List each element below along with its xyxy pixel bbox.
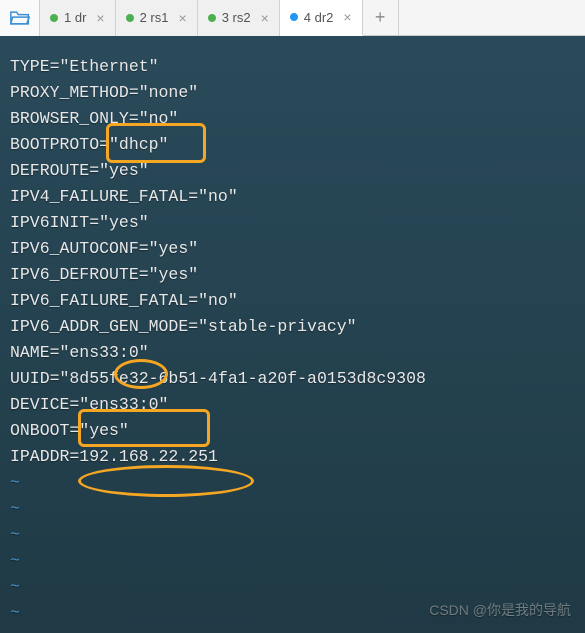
config-line: IPV6_DEFROUTE="yes"	[10, 262, 575, 288]
open-folder-icon[interactable]	[0, 0, 40, 36]
close-icon[interactable]: ×	[261, 10, 269, 26]
config-line: ONBOOT="yes"	[10, 418, 575, 444]
tab-2[interactable]: 2 rs1 ×	[116, 0, 198, 36]
close-icon[interactable]: ×	[179, 10, 187, 26]
vim-tilde: ~	[10, 548, 575, 574]
config-line: BROWSER_ONLY="no"	[10, 106, 575, 132]
config-line: IPV6INIT="yes"	[10, 210, 575, 236]
config-line: IPADDR=192.168.22.251	[10, 444, 575, 470]
add-tab-button[interactable]: +	[363, 0, 399, 36]
tab-label: 2 rs1	[140, 10, 169, 25]
tab-bar: 1 dr × 2 rs1 × 3 rs2 × 4 dr2 × +	[0, 0, 585, 36]
tab-4-active[interactable]: 4 dr2 ×	[280, 0, 363, 36]
vim-tilde: ~	[10, 522, 575, 548]
editor-viewport[interactable]: TYPE="Ethernet" PROXY_METHOD="none" BROW…	[0, 36, 585, 633]
folder-icon	[10, 10, 30, 26]
close-icon[interactable]: ×	[96, 10, 104, 26]
tab-label: 3 rs2	[222, 10, 251, 25]
config-line: PROXY_METHOD="none"	[10, 80, 575, 106]
status-dot-icon	[208, 14, 216, 22]
tab-1[interactable]: 1 dr ×	[40, 0, 116, 36]
vim-tilde: ~	[10, 496, 575, 522]
config-line: BOOTPROTO="dhcp"	[10, 132, 575, 158]
config-line: DEVICE="ens33:0"	[10, 392, 575, 418]
vim-tilde: ~	[10, 470, 575, 496]
config-line: NAME="ens33:0"	[10, 340, 575, 366]
tab-label: 4 dr2	[304, 10, 334, 25]
tab-3[interactable]: 3 rs2 ×	[198, 0, 280, 36]
status-dot-icon	[126, 14, 134, 22]
close-icon[interactable]: ×	[343, 9, 351, 25]
config-line: IPV4_FAILURE_FATAL="no"	[10, 184, 575, 210]
config-line: UUID="8d55fe32-6b51-4fa1-a20f-a0153d8c93…	[10, 366, 575, 392]
config-line: IPV6_ADDR_GEN_MODE="stable-privacy"	[10, 314, 575, 340]
config-line: TYPE="Ethernet"	[10, 54, 575, 80]
tab-label: 1 dr	[64, 10, 86, 25]
config-line: DEFROUTE="yes"	[10, 158, 575, 184]
status-dot-icon	[50, 14, 58, 22]
watermark-text: CSDN @你是我的导航	[429, 597, 571, 623]
config-line: IPV6_AUTOCONF="yes"	[10, 236, 575, 262]
status-dot-icon	[290, 13, 298, 21]
config-line: IPV6_FAILURE_FATAL="no"	[10, 288, 575, 314]
